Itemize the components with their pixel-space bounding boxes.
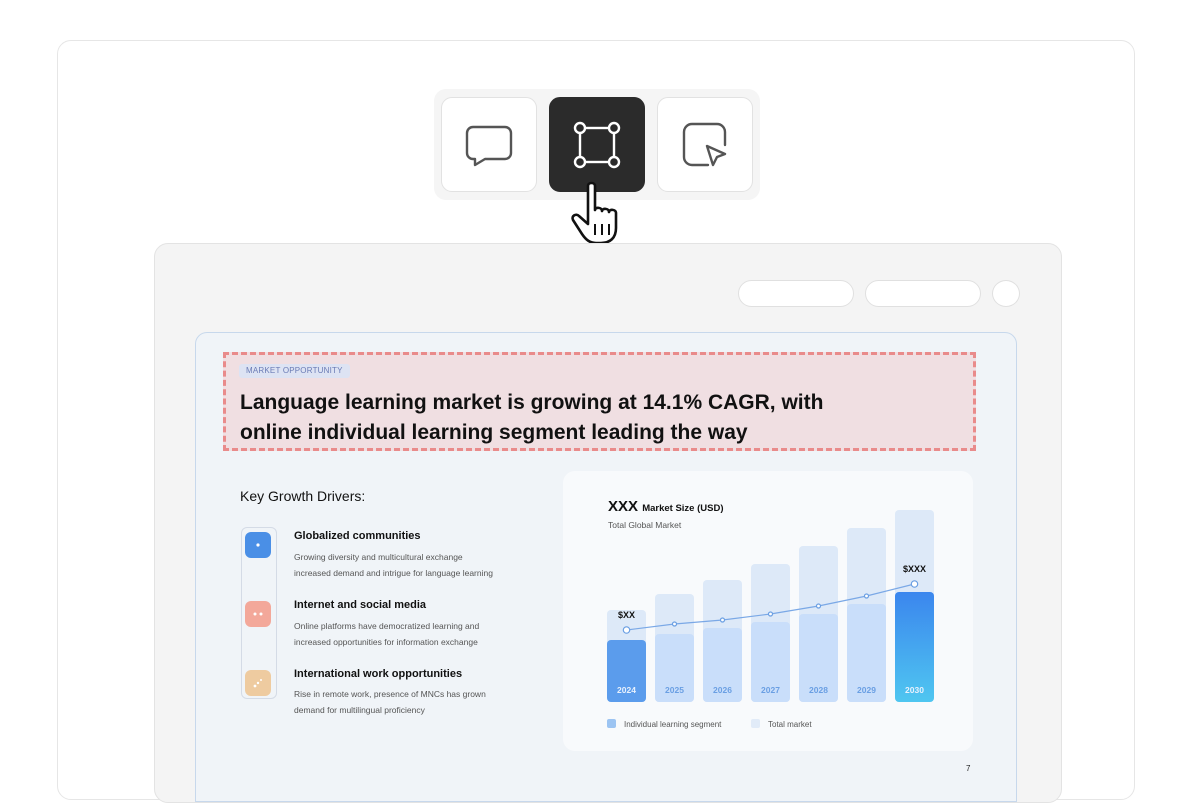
driver-desc-2-line-2: increased opportunities for information … bbox=[294, 637, 478, 647]
headline-line-2: online individual learning segment leadi… bbox=[240, 421, 748, 444]
toolbar-pill-button-1[interactable] bbox=[738, 280, 854, 307]
chart-title-big: XXX bbox=[608, 498, 639, 515]
driver-title-1: Globalized communities bbox=[294, 530, 421, 542]
frame-select-tool-button[interactable] bbox=[549, 97, 645, 192]
driver-title-3: International work opportunities bbox=[294, 668, 463, 680]
pointer-note-tool-button[interactable] bbox=[657, 97, 753, 192]
headline-line-1: Language learning market is growing at 1… bbox=[240, 391, 824, 414]
page-number: 7 bbox=[966, 764, 971, 773]
toolbar-circle-button[interactable] bbox=[992, 280, 1020, 307]
driver-desc-1-line-2: increased demand and intrigue for langua… bbox=[294, 568, 493, 578]
driver-desc-3-line-2: demand for multilingual proficiency bbox=[294, 705, 425, 715]
driver-desc-1-line-1: Growing diversity and multicultural exch… bbox=[294, 552, 463, 562]
chart-title-small: Market Size (USD) bbox=[642, 503, 724, 514]
driver-title-2: Internet and social media bbox=[294, 599, 427, 611]
toolbar-pill-button-2[interactable] bbox=[865, 280, 981, 307]
chart-title: XXX Market Size (USD) bbox=[608, 498, 724, 515]
note-pointer-icon bbox=[682, 122, 727, 166]
speech-bubble-icon bbox=[465, 125, 513, 166]
globe-icon bbox=[245, 532, 271, 558]
comment-tool-button[interactable] bbox=[441, 97, 537, 192]
drivers-heading: Key Growth Drivers: bbox=[240, 488, 366, 504]
work-icon bbox=[245, 670, 271, 696]
chart-subtitle: Total Global Market bbox=[608, 520, 682, 530]
driver-desc-3: Rise in remote work, presence of MNCs ha… bbox=[294, 686, 524, 718]
driver-desc-1: Growing diversity and multicultural exch… bbox=[294, 549, 524, 581]
social-icon bbox=[245, 601, 271, 627]
driver-desc-2-line-1: Online platforms have democratized learn… bbox=[294, 621, 480, 631]
hand-pointer-cursor-icon bbox=[571, 181, 618, 245]
driver-desc-2: Online platforms have democratized learn… bbox=[294, 618, 524, 650]
slide-headline[interactable]: Language learning market is growing at 1… bbox=[240, 388, 940, 448]
bounding-box-icon bbox=[573, 121, 621, 168]
driver-desc-3-line-1: Rise in remote work, presence of MNCs ha… bbox=[294, 689, 486, 699]
section-tag: MARKET OPPORTUNITY bbox=[239, 364, 350, 378]
